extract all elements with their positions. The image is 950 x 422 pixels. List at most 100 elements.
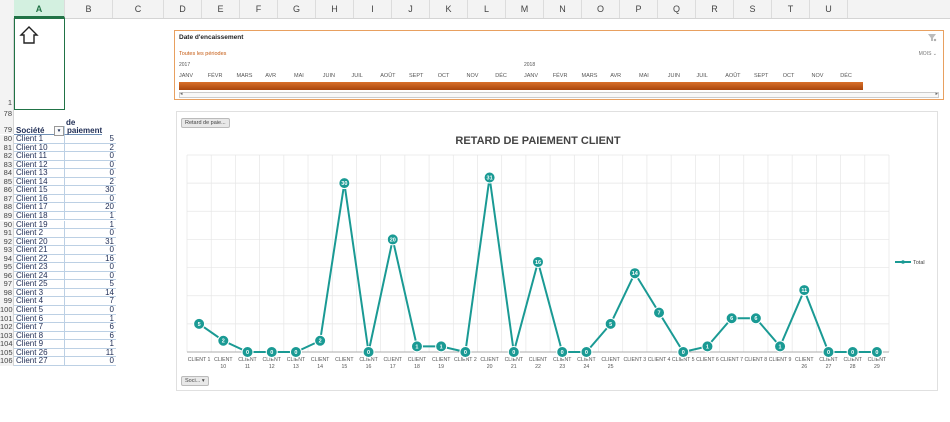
column-header-f[interactable]: F: [240, 0, 278, 18]
column-header-i[interactable]: I: [354, 0, 392, 18]
timeline-month[interactable]: DÉC: [495, 73, 507, 79]
chevron-down-icon: ⌄: [932, 51, 937, 57]
x-tick-label: CLIENT 15: [335, 357, 354, 370]
chart-title: RETARD DE PAIEMENT CLIENT: [455, 135, 620, 147]
x-tick-label: CLIENT 27: [819, 357, 838, 370]
x-tick-label: CLIENT 16: [359, 357, 378, 370]
scroll-right-icon[interactable]: ▸: [935, 91, 938, 97]
column-header-t[interactable]: T: [772, 0, 810, 18]
timeline-month[interactable]: MARS: [582, 73, 598, 79]
column-header-q[interactable]: Q: [658, 0, 696, 18]
timeline-month[interactable]: JANV: [524, 73, 538, 79]
column-header-h[interactable]: H: [316, 0, 354, 18]
scroll-left-icon[interactable]: ◂: [180, 91, 183, 97]
timeline-scrollbar[interactable]: ◂ ▸: [179, 91, 939, 98]
timeline-month[interactable]: AOÛT: [725, 73, 740, 79]
x-tick-label: CLIENT 23: [553, 357, 572, 370]
column-header-m[interactable]: M: [506, 0, 544, 18]
timeline-month[interactable]: DÉC: [840, 73, 852, 79]
axis-field-label: Soci...: [185, 378, 201, 384]
clear-filter-icon[interactable]: [927, 33, 937, 42]
timeline-range-bar[interactable]: [179, 82, 863, 90]
x-tick-label: CLIENT 8: [745, 357, 768, 363]
timeline-month[interactable]: AVR: [265, 73, 276, 79]
axis-field-button[interactable]: Soci... ▾: [181, 376, 209, 386]
column-header-n[interactable]: N: [544, 0, 582, 18]
column-header-u[interactable]: U: [810, 0, 848, 18]
chart-area[interactable]: Retard de paie... RETARD DE PAIEMENT CLI…: [176, 111, 938, 391]
data-label: 5: [198, 322, 201, 328]
cell-a1[interactable]: [14, 18, 65, 110]
timeline-year-2018: 2018: [524, 62, 536, 68]
timeline-month[interactable]: MAI: [294, 73, 304, 79]
timeline-month[interactable]: SEPT: [754, 73, 768, 79]
x-tick-label: CLIENT 4: [648, 357, 671, 363]
x-tick-label: CLIENT 29: [868, 357, 887, 370]
delay-cell: 11: [64, 348, 116, 358]
timeline-month[interactable]: JUIL: [697, 73, 708, 79]
column-header-d[interactable]: D: [164, 0, 202, 18]
x-tick-label: CLIENT 17: [384, 357, 403, 370]
delay-cell: 0: [64, 263, 116, 272]
data-label: 0: [827, 350, 830, 356]
delay-cell: 0: [64, 160, 116, 170]
x-tick-label: CLIENT 10: [214, 357, 233, 370]
timeline-month[interactable]: AVR: [610, 73, 621, 79]
timeline-month[interactable]: NOV: [812, 73, 824, 79]
delay-cell: 0: [64, 152, 116, 161]
timeline-month[interactable]: OCT: [783, 73, 795, 79]
timeline-month[interactable]: JUIN: [323, 73, 335, 79]
data-label: 1: [706, 344, 709, 350]
column-header-b[interactable]: B: [65, 0, 113, 18]
x-tick-label: CLIENT 11: [238, 357, 257, 370]
data-label: 1: [415, 344, 418, 350]
timeline-month[interactable]: JUIN: [668, 73, 680, 79]
column-header-s[interactable]: S: [734, 0, 772, 18]
timeline-month[interactable]: MAI: [639, 73, 649, 79]
x-tick-label: CLIENT 25: [601, 357, 620, 370]
column-header-k[interactable]: K: [430, 0, 468, 18]
data-label: 0: [270, 350, 273, 356]
timeline-month[interactable]: SEPT: [409, 73, 423, 79]
timeline-month[interactable]: MARS: [237, 73, 253, 79]
data-label: 20: [390, 237, 396, 243]
timeline-month[interactable]: FÉVR: [553, 73, 568, 79]
timeline-level-select[interactable]: MOIS ⌄: [919, 51, 937, 57]
x-tick-label: CLIENT 12: [262, 357, 281, 370]
legend-label: Total: [913, 260, 925, 266]
x-tick-label: CLIENT 13: [287, 357, 306, 370]
data-label: 11: [801, 288, 807, 294]
header-payment: paiement: [64, 126, 102, 135]
timeline-month[interactable]: AOÛT: [380, 73, 395, 79]
data-label: 1: [779, 344, 782, 350]
data-label: 2: [319, 339, 322, 345]
column-header-o[interactable]: O: [582, 0, 620, 18]
timeline-month[interactable]: JANV: [179, 73, 193, 79]
column-header-l[interactable]: L: [468, 0, 506, 18]
timeline-slicer[interactable]: Date d'encaissement Toutes les périodes …: [174, 30, 944, 100]
timeline-month[interactable]: JUIL: [352, 73, 363, 79]
column-header-g[interactable]: G: [278, 0, 316, 18]
data-label: 6: [754, 316, 757, 322]
x-tick-label: CLIENT 26: [795, 357, 814, 370]
column-header-c[interactable]: C: [113, 0, 164, 18]
delay-cell: 2: [64, 143, 116, 153]
column-header-p[interactable]: P: [620, 0, 658, 18]
home-icon: [19, 26, 39, 44]
delay-cell: 16: [64, 254, 116, 264]
line-chart: RETARD DE PAIEMENT CLIENTCLIENT 1 CLIENT 1…: [186, 135, 925, 370]
delay-cell: 1: [64, 211, 116, 221]
data-label: 0: [512, 350, 515, 356]
timeline-month[interactable]: FÉVR: [208, 73, 223, 79]
column-header-e[interactable]: E: [202, 0, 240, 18]
timeline-month[interactable]: OCT: [438, 73, 450, 79]
timeline-year-2017: 2017: [179, 62, 191, 68]
delay-cell: 0: [64, 305, 116, 315]
column-header-a[interactable]: A: [14, 0, 65, 18]
data-label: 0: [875, 350, 878, 356]
column-header-j[interactable]: J: [392, 0, 430, 18]
column-header-r[interactable]: R: [696, 0, 734, 18]
timeline-month[interactable]: NOV: [467, 73, 479, 79]
row-number: 78: [0, 110, 14, 117]
table-row[interactable]: Client 27 0: [14, 357, 116, 366]
